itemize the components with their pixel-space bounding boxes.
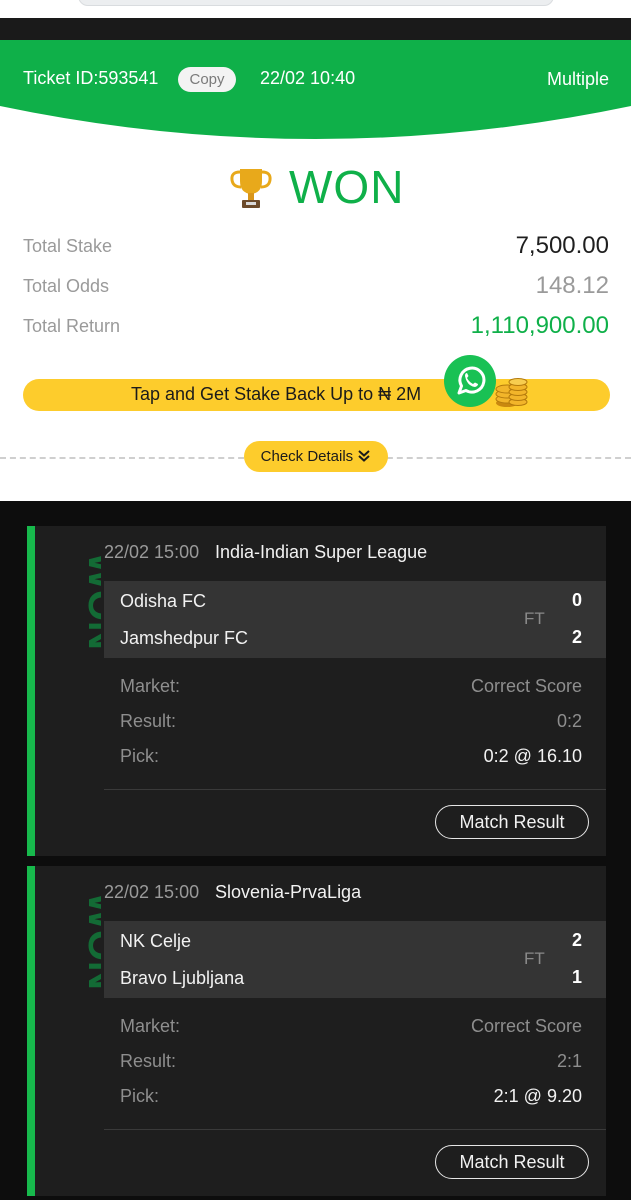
result-label: Result: (120, 1051, 177, 1071)
status-bar (27, 526, 35, 856)
summary-label: Total Stake (23, 236, 113, 256)
pick-value: 0:2 @ 16.10 (483, 746, 582, 766)
result-row: Result: 2:1 (120, 1051, 582, 1075)
summary-row-return: Total Return 1,110,900.00 (23, 312, 609, 340)
coins-icon (495, 378, 528, 407)
result-row: Result: 0:2 (120, 711, 582, 735)
result-value: 0:2 (556, 711, 582, 731)
stake-back-banner[interactable]: Tap and Get Stake Back Up to ₦ 2M (23, 355, 610, 411)
ticket-id: Ticket ID:593541 (23, 68, 159, 88)
banner-text: Tap and Get Stake Back Up to ₦ 2M (131, 384, 422, 404)
pick-label: Pick: (120, 746, 160, 766)
kickoff-time: 22/02 15:00 (104, 882, 200, 902)
bet-status-label: WON (80, 552, 101, 650)
summary-row-odds: Total Odds 148.12 (23, 272, 609, 300)
chevron-double-down-icon (358, 450, 371, 462)
kickoff-time: 22/02 15:00 (104, 542, 200, 562)
bet-status-stamp: WON (80, 552, 101, 650)
pick-label: Pick: (120, 1086, 160, 1106)
away-team: Jamshedpur FC (120, 628, 249, 648)
league-name: Slovenia-PrvaLiga (215, 882, 362, 902)
away-score: 2 (571, 627, 582, 647)
market-row: Market: Correct Score (120, 1016, 582, 1040)
bet-status-stamp: WON (80, 892, 101, 990)
search-bar-remnant[interactable] (78, 0, 554, 6)
bet-card: WON 22/02 15:00 Slovenia-PrvaLiga NK Cel… (27, 866, 606, 1196)
pick-row: Pick: 0:2 @ 16.10 (120, 746, 582, 770)
pick-row: Pick: 2:1 @ 9.20 (120, 1086, 582, 1110)
ticket-header (0, 40, 631, 155)
summary-label: Total Return (23, 316, 121, 336)
divider (104, 1129, 606, 1130)
result-label: Result: (120, 711, 177, 731)
status-band (0, 18, 631, 40)
market-label: Market: (120, 676, 181, 696)
trophy-icon (229, 169, 272, 208)
market-row: Market: Correct Score (120, 676, 582, 700)
away-team: Bravo Ljubljana (120, 968, 245, 988)
match-period: FT (524, 949, 545, 968)
divider (104, 789, 606, 790)
market-label: Market: (120, 1016, 181, 1036)
home-score: 0 (571, 590, 582, 610)
match-period: FT (524, 609, 545, 628)
home-team: NK Celje (120, 931, 192, 951)
pick-value: 2:1 @ 9.20 (493, 1086, 582, 1106)
whatsapp-icon[interactable] (442, 353, 498, 409)
match-result-button[interactable]: Match Result (435, 1145, 589, 1179)
bet-status-label: WON (80, 892, 101, 990)
check-details-button[interactable]: Check Details (244, 441, 388, 472)
result-value: 2:1 (556, 1051, 582, 1071)
summary-row-stake: Total Stake 7,500.00 (23, 232, 609, 260)
summary-value: 1,110,900.00 (470, 312, 609, 339)
status-bar (27, 866, 35, 1196)
ticket-status: WON (0, 160, 631, 213)
home-team: Odisha FC (120, 591, 207, 611)
score-board: Odisha FC Jamshedpur FC FT 0 2 (104, 581, 606, 658)
league-name: India-Indian Super League (215, 542, 428, 562)
match-result-button[interactable]: Match Result (435, 805, 589, 839)
header-background (0, 40, 631, 139)
market-value: Correct Score (470, 676, 582, 696)
away-score: 1 (571, 967, 582, 987)
summary-value: 148.12 (535, 272, 609, 299)
market-value: Correct Score (470, 1016, 582, 1036)
copy-button[interactable]: Copy (178, 67, 236, 92)
score-board: NK Celje Bravo Ljubljana FT 2 1 (104, 921, 606, 998)
home-score: 2 (571, 930, 582, 950)
ticket-type: Multiple (546, 69, 609, 89)
summary-value: 7,500.00 (515, 232, 609, 259)
bets-list: WON 22/02 15:00 India-Indian Super Leagu… (0, 501, 631, 1200)
bet-card: WON 22/02 15:00 India-Indian Super Leagu… (27, 526, 606, 856)
check-details-label: Check Details (260, 448, 354, 465)
status-label: WON (289, 161, 405, 213)
ticket-datetime: 22/02 10:40 (260, 68, 356, 88)
summary-label: Total Odds (23, 276, 110, 296)
